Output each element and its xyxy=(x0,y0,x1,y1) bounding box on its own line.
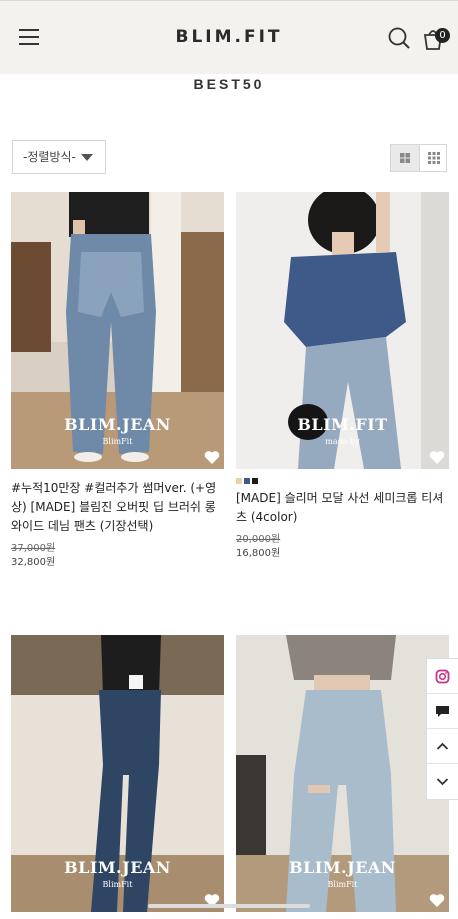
color-swatches xyxy=(236,478,260,485)
image-overlay-subtext: BlimFit xyxy=(102,880,133,889)
search-icon[interactable] xyxy=(388,27,410,49)
instagram-button[interactable] xyxy=(427,659,458,694)
grid-3-icon xyxy=(428,152,440,164)
product-original-price: 37,000원 xyxy=(11,543,56,554)
image-overlay-brand: BLIM.JEAN xyxy=(64,415,171,434)
product-image[interactable]: BLIM.JEAN BlimFit xyxy=(11,635,224,912)
product-original-price: 20,000원 xyxy=(236,534,281,545)
scroll-up-button[interactable] xyxy=(427,729,458,764)
color-swatch[interactable] xyxy=(244,478,250,484)
dropdown-arrow-icon xyxy=(81,154,93,161)
image-overlay-brand: BLIM.JEAN xyxy=(289,858,396,877)
product-card[interactable]: BLIM.JEAN BlimFit xyxy=(11,635,224,912)
grid-2-view-button[interactable] xyxy=(391,145,419,171)
grid-2-icon xyxy=(400,153,410,163)
product-sale-price: 16,800원 xyxy=(236,548,281,559)
scroll-up-icon xyxy=(436,742,449,750)
home-indicator xyxy=(148,904,310,908)
sort-dropdown-label: -정렬방식- xyxy=(23,150,76,164)
quick-menu xyxy=(426,658,458,800)
product-image[interactable]: BLIM.JEAN BlimFit xyxy=(236,635,449,912)
image-overlay-subtext: made by xyxy=(325,437,360,446)
sort-dropdown[interactable]: -정렬방식- xyxy=(12,140,106,174)
image-overlay-subtext: BlimFit xyxy=(327,880,358,889)
cart-count-badge: 0 xyxy=(435,28,450,43)
product-sale-price: 32,800원 xyxy=(11,557,56,568)
chat-icon xyxy=(436,706,449,717)
product-image[interactable]: BLIM.JEAN BlimFit xyxy=(11,192,224,469)
view-mode-toggle xyxy=(390,144,447,172)
product-image[interactable]: BLIM.FIT made by xyxy=(236,192,449,469)
image-overlay-subtext: BlimFit xyxy=(102,437,133,446)
scroll-down-button[interactable] xyxy=(427,764,458,799)
instagram-icon xyxy=(435,669,450,684)
color-swatch[interactable] xyxy=(252,478,258,484)
page-title: BEST50 xyxy=(193,76,265,92)
color-swatch[interactable] xyxy=(236,478,242,484)
image-overlay-brand: BLIM.FIT xyxy=(297,415,388,434)
heart-icon[interactable] xyxy=(204,450,220,465)
site-header: BLIM.FIT 0 xyxy=(0,0,458,74)
product-card[interactable]: BLIM.JEAN BlimFit #누적10만장 #컬러추가 썸머ver. (… xyxy=(11,192,224,572)
heart-icon[interactable] xyxy=(429,450,445,465)
image-overlay-brand: BLIM.JEAN xyxy=(64,858,171,877)
product-name[interactable]: [MADE] 슬리머 모달 사선 세미크롭 티셔츠 (4color) xyxy=(236,489,449,527)
product-card[interactable]: BLIM.FIT made by [MADE] 슬리머 모달 사선 세미크롭 티… xyxy=(236,192,449,572)
product-card[interactable]: BLIM.JEAN BlimFit xyxy=(236,635,449,912)
scroll-down-icon xyxy=(436,778,449,786)
chat-button[interactable] xyxy=(427,694,458,729)
grid-3-view-button[interactable] xyxy=(419,145,447,171)
heart-icon[interactable] xyxy=(429,893,445,908)
product-name[interactable]: #누적10만장 #컬러추가 썸머ver. (+영상) [MADE] 블림진 오버… xyxy=(11,479,224,536)
